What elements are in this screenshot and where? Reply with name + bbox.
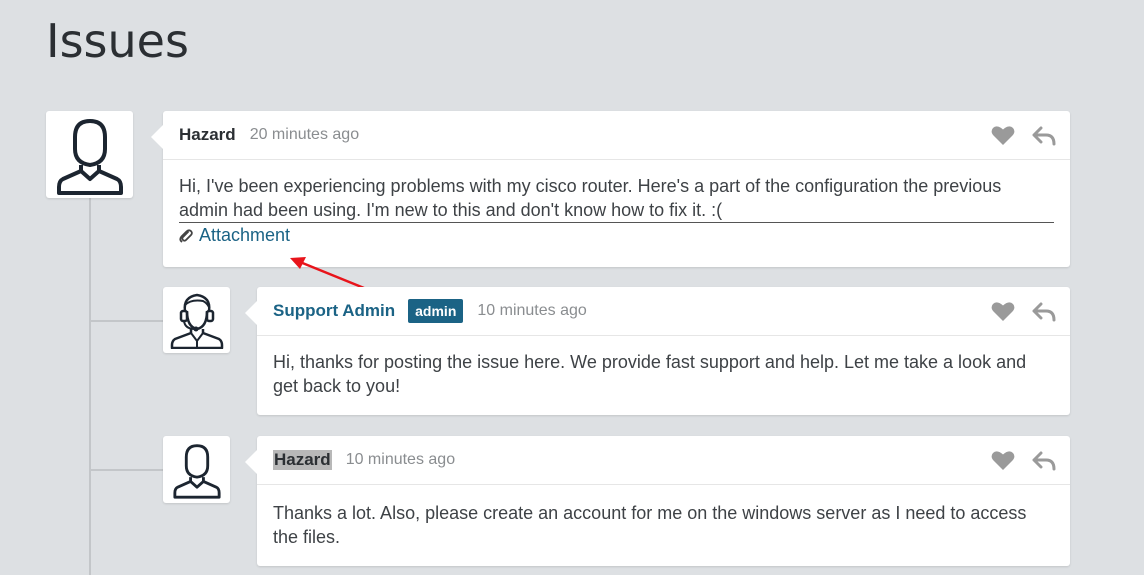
author-name[interactable]: Hazard <box>273 450 332 470</box>
thread-connector <box>90 320 164 322</box>
post-body: Hi, I've been experiencing problems with… <box>179 176 1002 220</box>
reply-icon[interactable] <box>1032 126 1056 146</box>
author-name[interactable]: Support Admin <box>273 301 395 321</box>
attachment-row: Attachment <box>179 222 1054 246</box>
attachment-link[interactable]: Attachment <box>199 225 290 246</box>
avatar[interactable] <box>163 436 230 503</box>
author-name[interactable]: Hazard <box>179 125 236 145</box>
post-card: Hazard 10 minutes ago Thanks a lot. Also… <box>245 436 1070 566</box>
user-outline-icon <box>172 443 221 499</box>
post-actions <box>991 450 1056 471</box>
post-header: Support Admin admin 10 minutes ago <box>257 287 1070 336</box>
annotation-arrow-icon <box>290 257 365 290</box>
heart-icon[interactable] <box>991 125 1015 146</box>
role-badge: admin <box>408 299 464 323</box>
thread-connector <box>90 469 164 471</box>
post-body: Thanks a lot. Also, please create an acc… <box>273 503 1027 547</box>
post-time: 20 minutes ago <box>249 126 360 143</box>
post-card: Support Admin admin 10 minutes ago Hi, t… <box>245 287 1070 415</box>
post-header: Hazard 10 minutes ago <box>257 436 1070 485</box>
post-body: Hi, thanks for posting the issue here. W… <box>273 352 1027 396</box>
support-agent-headset-icon <box>170 293 223 349</box>
reply-icon[interactable] <box>1032 302 1056 322</box>
paperclip-icon <box>179 228 193 242</box>
page-title: Issues <box>46 14 189 68</box>
avatar[interactable] <box>163 287 230 353</box>
heart-icon[interactable] <box>991 450 1015 471</box>
post-header: Hazard 20 minutes ago <box>163 111 1070 160</box>
thread-line <box>89 196 91 575</box>
post-time: 10 minutes ago <box>477 302 587 319</box>
avatar[interactable] <box>46 111 133 198</box>
reply-icon[interactable] <box>1032 451 1056 471</box>
heart-icon[interactable] <box>991 301 1015 322</box>
user-outline-icon <box>56 118 123 195</box>
post-time: 10 minutes ago <box>345 451 456 468</box>
post-card: Hazard 20 minutes ago Hi, I've been expe… <box>151 111 1070 267</box>
post-actions <box>991 301 1056 322</box>
post-actions <box>991 125 1056 146</box>
